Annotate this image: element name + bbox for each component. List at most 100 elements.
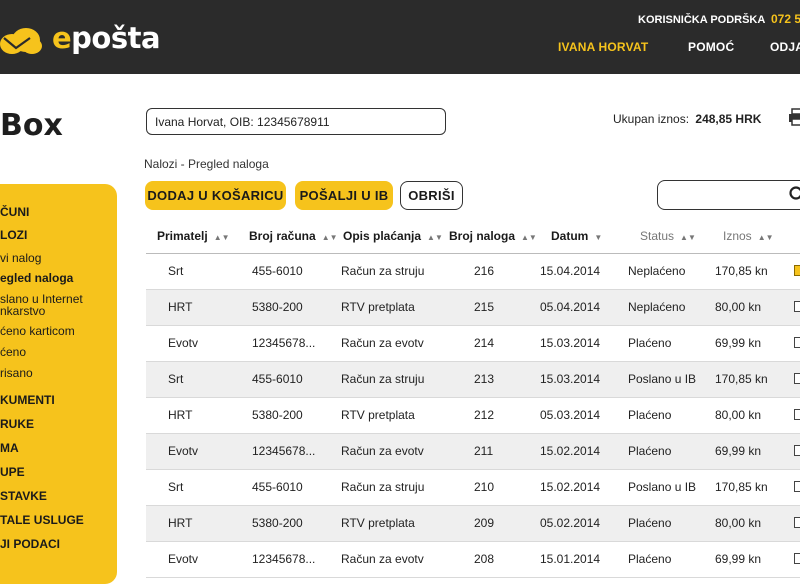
cell-primatelj: HRT <box>168 300 192 314</box>
column-header-primatelj[interactable]: Primatelj▲▼ <box>157 229 230 243</box>
sidebar-item-postavke[interactable]: STAVKE <box>0 489 47 503</box>
cell-status: Plaćeno <box>628 408 671 422</box>
row-checkbox[interactable] <box>794 517 800 528</box>
sidebar-item-grupe[interactable]: UPE <box>0 465 25 479</box>
cell-datum: 15.03.2014 <box>540 372 600 386</box>
nav-user-profile[interactable]: IVANA HORVAT <box>558 40 648 54</box>
column-header-status[interactable]: Status▲▼ <box>640 229 696 243</box>
sort-icon[interactable]: ▲▼ <box>214 233 230 242</box>
add-to-cart-button[interactable]: DODAJ U KOŠARICU <box>145 181 286 210</box>
sidebar-item-placeno-karticom[interactable]: ćeno karticom <box>0 324 75 338</box>
cell-datum: 15.02.2014 <box>540 480 600 494</box>
sort-desc-icon[interactable]: ▼ <box>594 233 602 242</box>
cell-iznos: 69,99 kn <box>715 336 761 350</box>
user-select[interactable]: Ivana Horvat, OIB: 12345678911 <box>146 108 446 135</box>
sidebar-item-novi-nalog[interactable]: vi nalog <box>0 251 41 265</box>
cell-racun: 5380-200 <box>252 516 303 530</box>
print-icon[interactable] <box>788 108 800 126</box>
row-checkbox[interactable] <box>794 553 800 564</box>
table-row[interactable]: Evotv12345678...Račun za evotv21115.02.2… <box>146 434 800 470</box>
support-label: KORISNIČKA PODRŠKA <box>638 14 765 26</box>
cell-broj: 211 <box>474 444 493 458</box>
sort-icon[interactable]: ▲▼ <box>680 233 696 242</box>
column-header-datum[interactable]: Datum▼ <box>551 229 602 243</box>
cell-datum: 05.02.2014 <box>540 516 600 530</box>
cell-iznos: 80,00 kn <box>715 408 761 422</box>
sidebar-item-moji-podaci[interactable]: JI PODACI <box>0 537 60 551</box>
table-row[interactable]: Evotv12345678...Račun za evotv20815.01.2… <box>146 542 800 578</box>
sort-icon[interactable]: ▲▼ <box>521 233 537 242</box>
support-info: KORISNIČKA PODRŠKA 072 500 5 <box>638 12 800 26</box>
cell-status: Plaćeno <box>628 516 671 530</box>
search-input[interactable] <box>657 180 800 210</box>
sidebar-item-izbrisano[interactable]: risano <box>0 366 33 380</box>
cell-racun: 12345678... <box>252 336 315 350</box>
cell-racun: 5380-200 <box>252 408 303 422</box>
sidebar-item-teme[interactable]: MA <box>0 441 19 455</box>
delete-button[interactable]: OBRIŠI <box>400 181 463 210</box>
cell-iznos: 69,99 kn <box>715 444 761 458</box>
table-row[interactable]: HRT5380-200RTV pretplata20905.02.2014Pla… <box>146 506 800 542</box>
cell-racun: 12345678... <box>252 552 315 566</box>
total-label: Ukupan iznos: <box>613 112 689 126</box>
table-row[interactable]: Srt455-6010Račun za struju21615.04.2014N… <box>146 254 800 290</box>
sort-icon[interactable]: ▲▼ <box>758 233 774 242</box>
sidebar-item-pregled-naloga[interactable]: egled naloga <box>0 271 73 285</box>
send-to-ib-button[interactable]: POŠALJI U IB <box>295 181 393 210</box>
sidebar-item-poruke[interactable]: RUKE <box>0 417 34 431</box>
table-row[interactable]: Evotv 12345678... Račun za evotv 214 15.03.2… <box>146 326 800 362</box>
cell-primatelj: Evotv <box>168 552 198 566</box>
cell-datum: 05.03.2014 <box>540 408 600 422</box>
breadcrumb: Nalozi - Pregled naloga <box>144 157 269 171</box>
cell-opis: Račun za struju <box>341 372 424 386</box>
cell-broj: 212 <box>474 408 494 422</box>
cell-racun: 455-6010 <box>252 480 303 494</box>
sort-icon[interactable]: ▲▼ <box>427 233 443 242</box>
column-header-opis[interactable]: Opis plaćanja▲▼ <box>343 229 443 243</box>
cell-broj: 214 <box>474 336 494 350</box>
search-icon[interactable] <box>788 185 800 203</box>
row-checkbox[interactable] <box>794 481 800 492</box>
cell-racun: 455-6010 <box>252 372 303 386</box>
row-checkbox[interactable] <box>794 373 800 384</box>
cell-iznos: 69,99 kn <box>715 552 761 566</box>
column-header-iznos[interactable]: Iznos▲▼ <box>723 229 774 243</box>
cell-primatelj: Evotv <box>168 336 198 350</box>
nav-logout[interactable]: ODJA <box>770 40 800 54</box>
cell-broj: 209 <box>474 516 494 530</box>
row-checkbox[interactable] <box>794 409 800 420</box>
table-row[interactable]: Srt 455-6010 Račun za struju 213 15.03.2014 P… <box>146 362 800 398</box>
row-checkbox[interactable] <box>794 265 800 276</box>
cell-opis: RTV pretplata <box>341 408 415 422</box>
cell-status: Plaćeno <box>628 336 671 350</box>
sidebar-item-placeno[interactable]: ćeno <box>0 345 26 359</box>
cell-status: Poslano u IB <box>628 372 696 386</box>
cell-opis: Račun za evotv <box>341 444 424 458</box>
sidebar-item-poslano-ib-line2[interactable]: nkarstvo <box>0 304 45 318</box>
sidebar-item-ostale-usluge[interactable]: TALE USLUGE <box>0 513 84 527</box>
cell-status: Poslano u IB <box>628 480 696 494</box>
cell-opis: Račun za struju <box>341 480 424 494</box>
cell-iznos: 170,85 kn <box>715 480 768 494</box>
sidebar-item-racuni[interactable]: ČUNI <box>0 205 29 219</box>
row-checkbox[interactable] <box>794 445 800 456</box>
table-row[interactable]: HRT5380-200RTV pretplata21205.03.2014Pla… <box>146 398 800 434</box>
cell-broj: 213 <box>474 372 494 386</box>
column-header-broj-naloga[interactable]: Broj naloga▲▼ <box>449 229 537 243</box>
cell-primatelj: Srt <box>168 372 183 386</box>
sidebar-item-nalozi[interactable]: LOZI <box>0 228 27 242</box>
cell-datum: 15.02.2014 <box>540 444 600 458</box>
row-checkbox[interactable] <box>794 301 800 312</box>
cell-opis: Račun za evotv <box>341 336 424 350</box>
cell-status: Neplaćeno <box>628 300 685 314</box>
sidebar-item-dokumenti[interactable]: KUMENTI <box>0 393 55 407</box>
nav-help[interactable]: POMOĆ <box>688 40 734 54</box>
cell-datum: 15.03.2014 <box>540 336 600 350</box>
table-row[interactable]: Srt455-6010Račun za struju21015.02.2014P… <box>146 470 800 506</box>
cell-broj: 208 <box>474 552 494 566</box>
cell-opis: RTV pretplata <box>341 516 415 530</box>
table-row[interactable]: HRT5380-200RTV pretplata21505.04.2014Nep… <box>146 290 800 326</box>
column-header-broj-racuna[interactable]: Broj računa▲▼ <box>249 229 338 243</box>
row-checkbox[interactable] <box>794 337 800 348</box>
sort-icon[interactable]: ▲▼ <box>322 233 338 242</box>
